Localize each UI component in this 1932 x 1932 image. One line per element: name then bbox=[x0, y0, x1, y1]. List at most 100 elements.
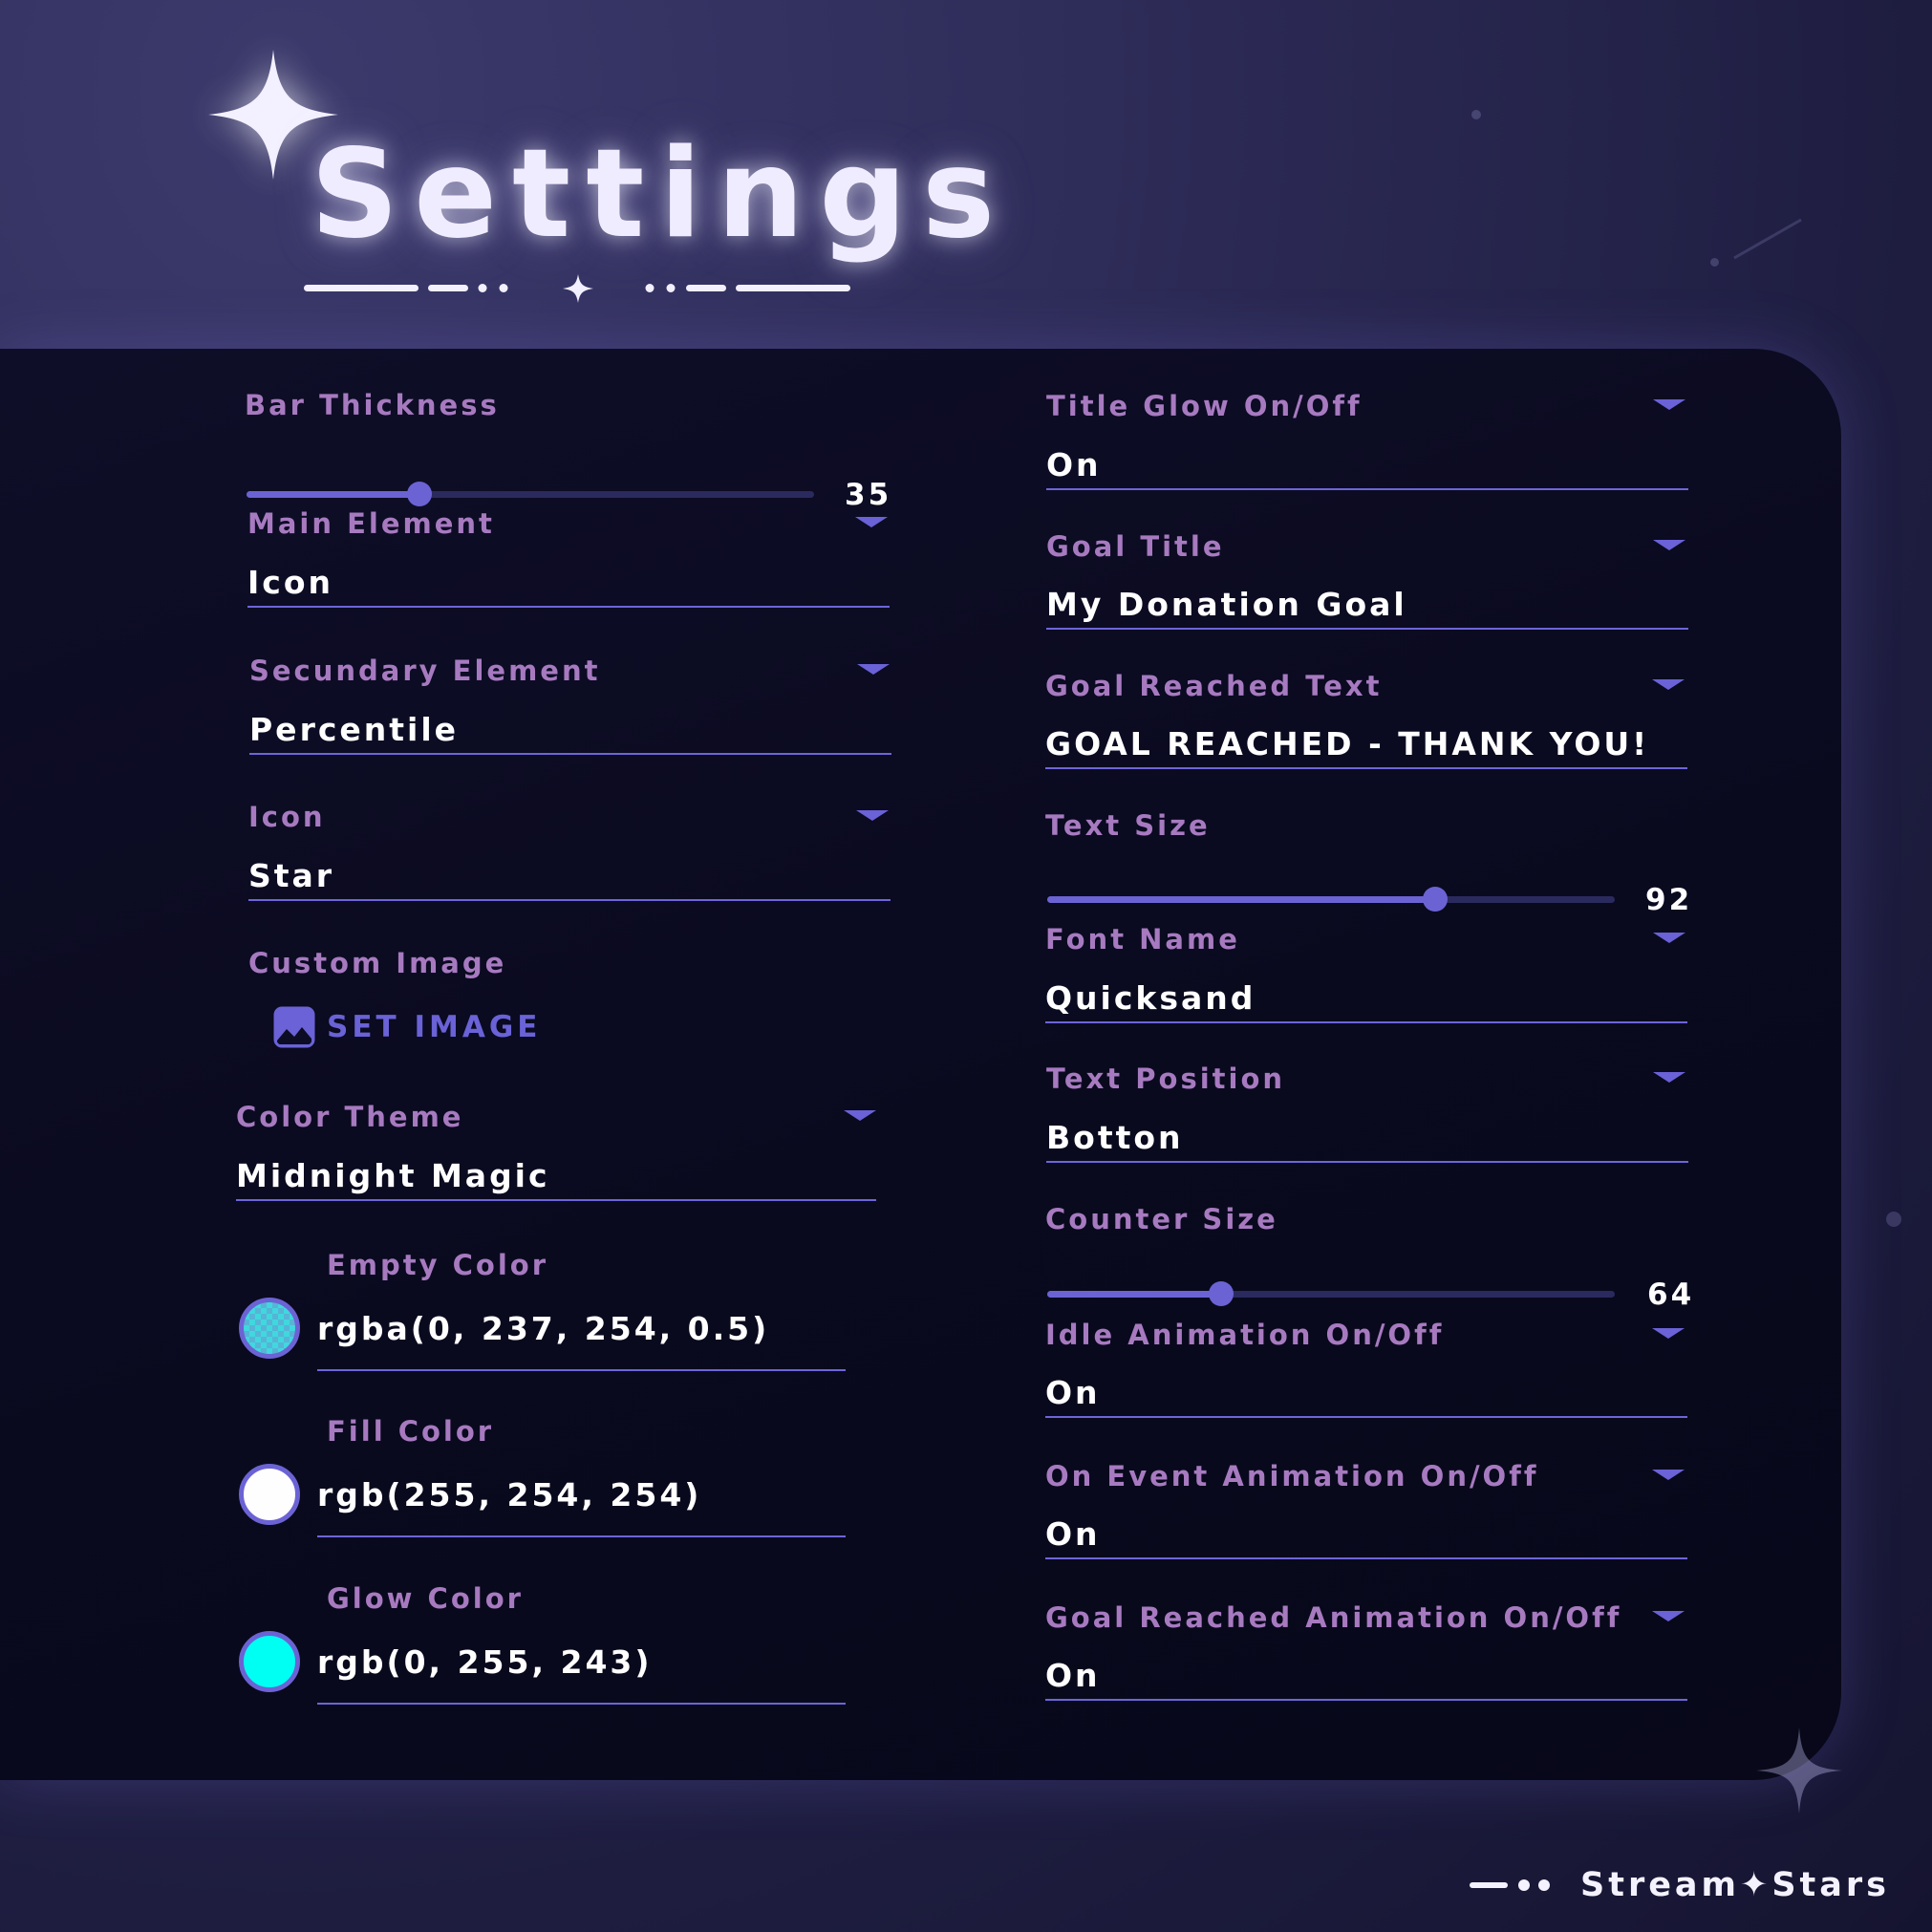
bar-thickness-label: Bar Thickness bbox=[245, 389, 500, 421]
bar-thickness-slider[interactable] bbox=[247, 482, 814, 506]
page-title: Settings bbox=[311, 123, 1011, 266]
set-image-label: SET IMAGE bbox=[327, 1010, 542, 1044]
goal-title-input[interactable]: Goal Title My Donation Goal bbox=[1046, 530, 1688, 635]
font-name-value: Quicksand bbox=[1045, 979, 1256, 1017]
custom-image-setting: Custom Image SET IMAGE bbox=[248, 947, 891, 1062]
text-position-select[interactable]: Text Position Botton bbox=[1046, 1063, 1688, 1168]
field-underline bbox=[317, 1369, 846, 1371]
idle-animation-select[interactable]: Idle Animation On/Off On bbox=[1045, 1319, 1687, 1424]
field-underline bbox=[247, 606, 890, 608]
field-underline bbox=[1046, 1161, 1688, 1163]
secundary-element-select[interactable]: Secundary Element Percentile bbox=[249, 655, 891, 760]
image-icon bbox=[273, 1006, 315, 1048]
set-image-button[interactable]: SET IMAGE bbox=[273, 1006, 541, 1048]
icon-select[interactable]: Icon Star bbox=[248, 801, 891, 906]
main-element-label: Main Element bbox=[247, 507, 495, 540]
brand-name: Stream✦Stars bbox=[1580, 1866, 1891, 1904]
glow-color-swatch[interactable] bbox=[239, 1631, 300, 1692]
color-theme-select[interactable]: Color Theme Midnight Magic bbox=[236, 1101, 876, 1206]
title-glow-select[interactable]: Title Glow On/Off On bbox=[1046, 390, 1688, 495]
fill-color-value: rgb(255, 254, 254) bbox=[317, 1476, 702, 1513]
field-underline bbox=[317, 1535, 846, 1537]
fill-color-setting[interactable]: Fill Color rgb(255, 254, 254) bbox=[239, 1415, 850, 1549]
chevron-down-icon[interactable] bbox=[1653, 540, 1685, 550]
brand-divider bbox=[1470, 1879, 1550, 1891]
main-element-select[interactable]: Main Element Icon bbox=[247, 507, 890, 612]
icon-value: Star bbox=[248, 857, 335, 894]
on-event-animation-label: On Event Animation On/Off bbox=[1045, 1460, 1539, 1492]
counter-size-label: Counter Size bbox=[1045, 1203, 1278, 1235]
brand-logo: Stream✦Stars bbox=[1468, 1866, 1890, 1904]
secundary-element-value: Percentile bbox=[249, 711, 460, 748]
text-size-value: 92 bbox=[1645, 883, 1693, 917]
glow-color-label: Glow Color bbox=[327, 1582, 524, 1615]
field-underline bbox=[1045, 1021, 1687, 1023]
text-position-label: Text Position bbox=[1046, 1063, 1286, 1095]
bar-thickness-setting: Bar Thickness 35 bbox=[245, 389, 894, 512]
text-size-slider[interactable] bbox=[1047, 887, 1615, 912]
settings-panel: Bar Thickness 35 Main Element Icon Secun… bbox=[0, 349, 1841, 1780]
glow-color-setting[interactable]: Glow Color rgb(0, 255, 243) bbox=[239, 1582, 850, 1716]
glow-color-value: rgb(0, 255, 243) bbox=[317, 1643, 653, 1681]
color-theme-label: Color Theme bbox=[236, 1101, 464, 1133]
slider-fill bbox=[1047, 1291, 1222, 1298]
field-underline bbox=[236, 1199, 876, 1201]
title-glow-value: On bbox=[1046, 446, 1102, 483]
chevron-down-icon[interactable] bbox=[1653, 399, 1685, 410]
field-underline bbox=[1045, 1416, 1687, 1418]
goal-reached-text-label: Goal Reached Text bbox=[1045, 670, 1383, 702]
dot-decoration bbox=[1886, 1212, 1901, 1227]
slider-thumb[interactable] bbox=[1422, 887, 1448, 912]
empty-color-value: rgba(0, 237, 254, 0.5) bbox=[317, 1310, 770, 1347]
field-underline bbox=[1046, 488, 1688, 490]
goal-reached-animation-value: On bbox=[1045, 1657, 1101, 1694]
field-underline bbox=[248, 899, 891, 901]
chevron-down-icon[interactable] bbox=[1652, 1611, 1685, 1621]
chevron-down-icon[interactable] bbox=[844, 1110, 876, 1121]
font-name-select[interactable]: Font Name Quicksand bbox=[1045, 923, 1687, 1028]
slider-fill bbox=[1047, 896, 1435, 903]
field-underline bbox=[1045, 1557, 1687, 1559]
idle-animation-value: On bbox=[1045, 1374, 1101, 1411]
chevron-down-icon[interactable] bbox=[1652, 1328, 1685, 1339]
on-event-animation-select[interactable]: On Event Animation On/Off On bbox=[1045, 1460, 1687, 1565]
text-size-setting: Text Size 92 bbox=[1045, 809, 1695, 917]
goal-reached-text-input[interactable]: Goal Reached Text GOAL REACHED - THANK Y… bbox=[1045, 670, 1687, 775]
fill-color-label: Fill Color bbox=[327, 1415, 495, 1448]
fill-color-swatch[interactable] bbox=[239, 1464, 300, 1525]
field-underline bbox=[1046, 628, 1688, 630]
field-underline bbox=[1045, 767, 1687, 769]
font-name-label: Font Name bbox=[1045, 923, 1240, 955]
chevron-down-icon[interactable] bbox=[1653, 1072, 1685, 1083]
header: Settings bbox=[0, 0, 1932, 349]
goal-reached-animation-label: Goal Reached Animation On/Off bbox=[1045, 1601, 1622, 1634]
goal-reached-text-value: GOAL REACHED - THANK YOU! bbox=[1045, 725, 1650, 762]
chevron-down-icon[interactable] bbox=[1653, 933, 1685, 943]
goal-reached-animation-select[interactable]: Goal Reached Animation On/Off On bbox=[1045, 1601, 1687, 1707]
slider-thumb[interactable] bbox=[407, 482, 433, 506]
field-underline bbox=[317, 1703, 846, 1705]
counter-size-value: 64 bbox=[1647, 1277, 1695, 1312]
chevron-down-icon[interactable] bbox=[857, 664, 890, 675]
color-theme-value: Midnight Magic bbox=[236, 1157, 550, 1194]
empty-color-label: Empty Color bbox=[327, 1249, 549, 1281]
title-glow-label: Title Glow On/Off bbox=[1046, 390, 1363, 422]
counter-size-setting: Counter Size 64 bbox=[1045, 1203, 1695, 1312]
empty-color-setting[interactable]: Empty Color rgba(0, 237, 254, 0.5) bbox=[239, 1249, 850, 1383]
main-element-value: Icon bbox=[247, 564, 334, 601]
slider-fill bbox=[247, 491, 420, 498]
chevron-down-icon[interactable] bbox=[1652, 679, 1685, 690]
field-underline bbox=[1045, 1699, 1687, 1701]
chevron-down-icon[interactable] bbox=[855, 517, 888, 527]
chevron-down-icon[interactable] bbox=[856, 810, 889, 821]
sparkle-icon bbox=[1756, 1728, 1842, 1814]
title-divider bbox=[304, 274, 850, 303]
chevron-down-icon[interactable] bbox=[1652, 1470, 1685, 1480]
on-event-animation-value: On bbox=[1045, 1515, 1101, 1553]
slider-thumb[interactable] bbox=[1209, 1281, 1234, 1306]
empty-color-swatch[interactable] bbox=[239, 1298, 300, 1359]
field-underline bbox=[249, 753, 891, 755]
custom-image-label: Custom Image bbox=[248, 947, 507, 979]
counter-size-slider[interactable] bbox=[1047, 1281, 1615, 1306]
idle-animation-label: Idle Animation On/Off bbox=[1045, 1319, 1445, 1351]
